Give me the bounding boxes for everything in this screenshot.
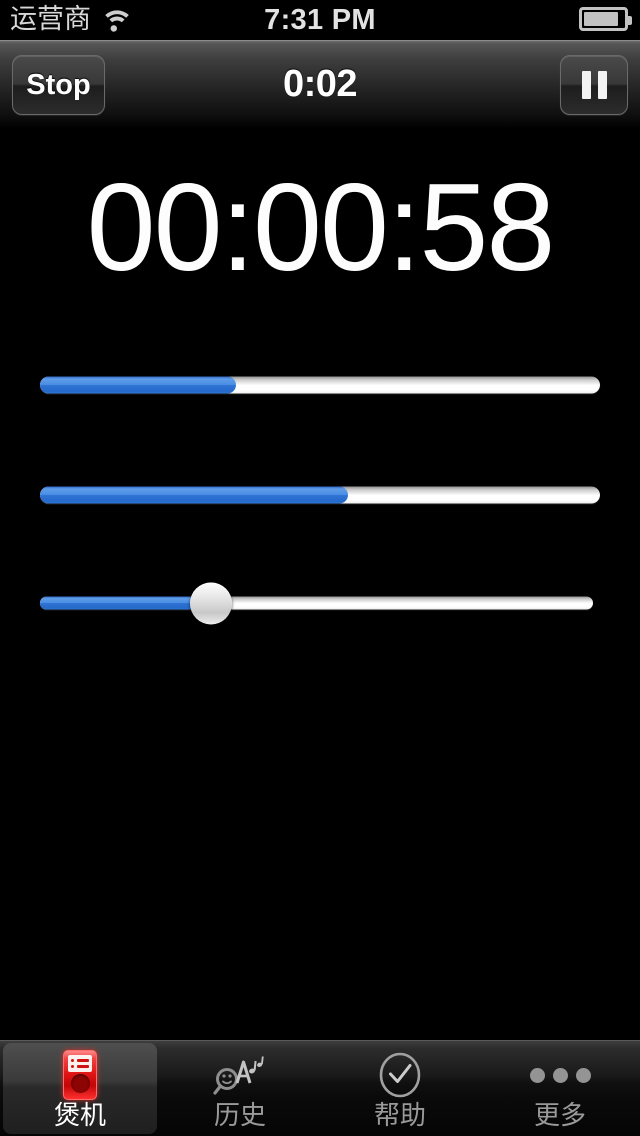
battery-icon xyxy=(579,7,632,31)
carrier-label: 运营商 xyxy=(10,4,91,35)
tab-burnin[interactable]: 煲机 xyxy=(0,1041,160,1136)
slider-row-one xyxy=(0,365,640,405)
ipod-device-icon xyxy=(63,1050,97,1100)
tab-help-label: 帮助 xyxy=(373,1101,426,1131)
slider-three-thumb[interactable] xyxy=(190,582,233,624)
app-screen: 运营商 7:31 PM Stop 0:02 00:00:58 煲机 历史 帮助 … xyxy=(0,0,640,1136)
tab-more[interactable]: 更多 xyxy=(480,1041,640,1136)
wifi-icon xyxy=(101,8,133,32)
main-content: 00:00:58 xyxy=(0,128,640,1040)
elapsed-timer-display: 00:00:58 xyxy=(86,159,556,297)
tab-history-label: 历史 xyxy=(213,1101,266,1131)
tab-help[interactable]: 帮助 xyxy=(320,1041,480,1136)
slider-one[interactable] xyxy=(40,376,600,394)
slider-row-three xyxy=(0,582,640,624)
slider-two-fill xyxy=(40,486,348,504)
tab-history[interactable]: 历史 xyxy=(160,1041,320,1136)
tab-burnin-label: 煲机 xyxy=(53,1101,106,1131)
check-circle-icon xyxy=(377,1050,423,1100)
slider-three-fill xyxy=(40,596,212,610)
status-bar-left: 运营商 xyxy=(0,5,133,35)
status-bar-right xyxy=(579,7,632,31)
battery-fill xyxy=(584,12,619,26)
slider-three[interactable] xyxy=(40,582,593,624)
magnifier-music-icon xyxy=(213,1050,267,1100)
tab-more-label: 更多 xyxy=(533,1101,586,1131)
tab-bar: 煲机 历史 帮助 更多 xyxy=(0,1040,640,1136)
more-dots-icon xyxy=(529,1050,591,1100)
status-bar: 运营商 7:31 PM xyxy=(0,0,640,40)
pause-icon xyxy=(581,71,607,99)
nav-title: 0:02 xyxy=(282,63,358,105)
slider-two[interactable] xyxy=(40,486,600,504)
status-clock: 7:31 PM xyxy=(264,3,376,36)
pause-button[interactable] xyxy=(560,55,628,115)
slider-row-two xyxy=(0,475,640,515)
slider-one-fill xyxy=(40,376,236,394)
navigation-bar: Stop 0:02 xyxy=(0,40,640,128)
